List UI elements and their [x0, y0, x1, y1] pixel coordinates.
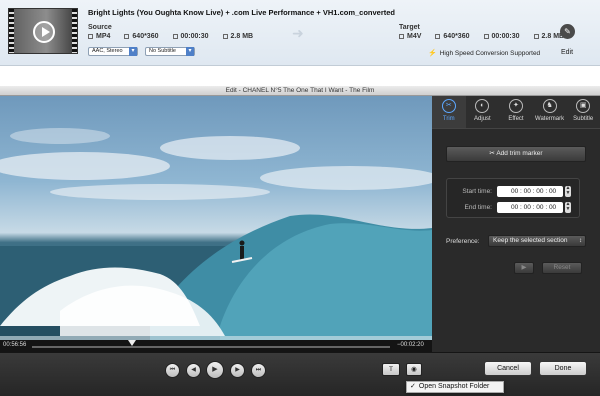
checkmark-icon: ✓	[410, 383, 416, 390]
tab-label: Watermark	[535, 116, 565, 122]
next-frame-icon[interactable]: ▶	[230, 363, 245, 378]
target-meta: M4V 640*360 00:00:30 2.8 MB	[399, 33, 564, 40]
tab-label: Adjust	[474, 116, 491, 122]
format-icon	[399, 34, 404, 39]
surf-wave-image	[0, 128, 432, 340]
resolution-icon	[124, 34, 130, 39]
tab-bar: ✂ Trim ◐ Adjust ✦ Effect ♞ Watermark ▣ S…	[432, 96, 600, 129]
target-label: Target	[399, 24, 420, 31]
high-speed-indicator: ⚡ High Speed Conversion Supported	[428, 49, 541, 58]
tab-label: Effect	[508, 116, 524, 122]
file-size-icon	[533, 34, 539, 39]
open-snapshot-folder-item[interactable]: Open Snapshot Folder	[419, 383, 489, 390]
source-resolution: 640*360	[124, 33, 159, 40]
timeline: 00:56:56 −00:02:20	[0, 340, 432, 352]
subtitle-icon: ▣	[576, 99, 591, 113]
start-time-label: Start time:	[462, 187, 492, 195]
scissors-icon: ✂	[441, 99, 456, 113]
timeline-track[interactable]	[32, 346, 390, 348]
target-format: M4V	[399, 33, 421, 40]
scissors-icon: ✂	[489, 150, 495, 157]
end-time-input[interactable]: 00 : 00 : 00 : 00	[497, 201, 563, 213]
add-trim-label: Add trim marker	[496, 150, 543, 157]
watermark-icon: ♞	[542, 99, 557, 113]
end-time-row: End time: 00 : 00 : 00 : 00 ▲ ▼	[447, 201, 581, 213]
source-duration: 00:00:30	[172, 33, 209, 40]
done-button[interactable]: Done	[539, 361, 587, 376]
file-size-icon	[222, 34, 228, 39]
audio-select[interactable]: AAC, Stereo	[88, 47, 138, 56]
video-preview[interactable]	[0, 96, 432, 340]
snapshot-menu: ✓ Open Snapshot Folder	[406, 381, 504, 393]
add-trim-marker-button[interactable]: ✂ Add trim marker	[446, 146, 586, 162]
source-meta: MP4 640*360 00:00:30 2.8 MB	[88, 33, 253, 40]
skip-to-start-icon[interactable]: ⏮	[165, 363, 180, 378]
playhead-marker[interactable]	[128, 340, 137, 346]
end-time-label: End time:	[464, 203, 492, 211]
convert-arrow-icon: ➜	[292, 25, 304, 41]
reset-button[interactable]: Reset	[542, 262, 582, 274]
preference-select[interactable]: Keep the selected section	[488, 235, 586, 247]
edit-panel: ✂ Trim ◐ Adjust ✦ Effect ♞ Watermark ▣ S…	[432, 96, 600, 352]
tab-label: Subtitle	[573, 116, 594, 122]
snapshot-camera-icon[interactable]: ◉	[406, 363, 422, 376]
tab-adjust[interactable]: ◐ Adjust	[466, 96, 500, 128]
adjust-icon: ◐	[475, 99, 490, 113]
source-size: 2.8 MB	[222, 33, 253, 40]
end-time-stepper[interactable]: ▲ ▼	[565, 201, 571, 213]
skip-to-end-icon[interactable]: ⏭	[251, 363, 266, 378]
tab-watermark[interactable]: ♞ Watermark	[533, 96, 567, 128]
resolution-icon	[435, 34, 441, 39]
video-thumbnail[interactable]	[8, 8, 78, 54]
transport-bar: ⏮ ◀ ▶ ▶ ⏭ T ◉ Cancel Done	[0, 352, 600, 396]
tab-label: Trim	[442, 116, 455, 122]
edit-pencil-icon[interactable]: ✎	[560, 24, 575, 39]
time-remaining: −00:02:20	[397, 342, 424, 348]
start-time-input[interactable]: 00 : 00 : 00 : 00	[497, 185, 563, 197]
text-button[interactable]: T	[382, 363, 400, 376]
tab-trim[interactable]: ✂ Trim	[432, 96, 466, 128]
tab-subtitle[interactable]: ▣ Subtitle	[566, 96, 600, 128]
source-label: Source	[88, 24, 112, 31]
conversion-item: Bright Lights (You Oughta Know Live) + .…	[0, 0, 600, 66]
source-format: MP4	[88, 33, 110, 40]
previous-frame-icon[interactable]: ◀	[186, 363, 201, 378]
format-icon	[88, 34, 93, 39]
edit-window: Edit - CHANEL N°5 The One That I Want - …	[0, 86, 600, 396]
cancel-button[interactable]: Cancel	[484, 361, 532, 376]
effect-icon: ✦	[508, 99, 523, 113]
window-title: Edit - CHANEL N°5 The One That I Want - …	[0, 86, 600, 96]
lightning-icon: ⚡	[428, 50, 437, 57]
start-time-stepper[interactable]: ▲ ▼	[565, 185, 571, 197]
clock-icon	[172, 34, 178, 39]
play-icon[interactable]	[33, 21, 55, 43]
target-resolution: 640*360	[435, 33, 470, 40]
preference-label: Preference:	[446, 238, 480, 245]
subtitle-select[interactable]: No Subtitle	[145, 47, 195, 56]
tab-effect[interactable]: ✦ Effect	[499, 96, 533, 128]
edit-button-label[interactable]: Edit	[561, 49, 573, 56]
trim-time-box: Start time: 00 : 00 : 00 : 00 ▲ ▼ End tim…	[446, 178, 580, 218]
preview-play-button[interactable]: ▶	[514, 262, 534, 274]
high-speed-label: High Speed Conversion Supported	[439, 49, 541, 57]
file-name: Bright Lights (You Oughta Know Live) + .…	[88, 8, 396, 17]
clock-icon	[483, 34, 489, 39]
start-time-row: Start time: 00 : 00 : 00 : 00 ▲ ▼	[447, 185, 581, 197]
target-duration: 00:00:30	[483, 33, 520, 40]
time-elapsed: 00:56:56	[3, 342, 27, 348]
play-icon[interactable]: ▶	[206, 361, 224, 379]
